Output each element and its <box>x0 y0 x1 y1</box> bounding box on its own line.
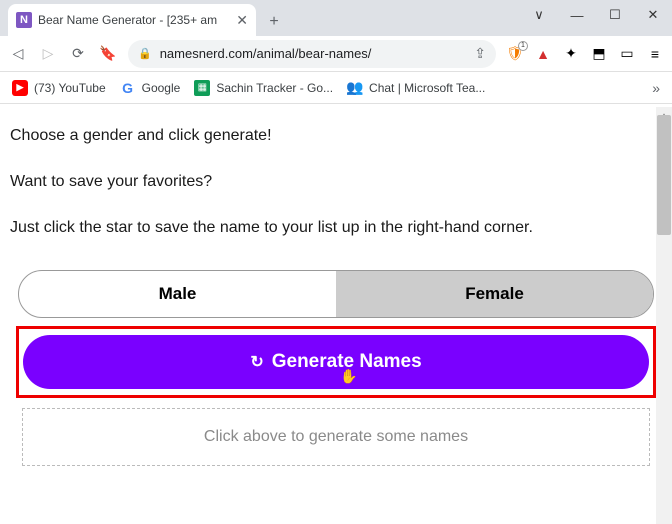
sheets-icon: ▦ <box>194 80 210 96</box>
triangle-extension-icon[interactable]: ▲ <box>534 45 552 63</box>
dropdown-icon[interactable]: ∨ <box>520 0 558 30</box>
bookmark-icon[interactable]: 🔖 <box>98 44 118 64</box>
cursor-icon: ✋ <box>340 368 357 385</box>
google-icon: G <box>120 80 136 96</box>
bookmark-teams[interactable]: 👥 Chat | Microsoft Tea... <box>347 80 485 96</box>
bookmarks-bar: ▶ (73) YouTube G Google ▦ Sachin Tracker… <box>0 72 672 104</box>
brave-shield-icon[interactable]: 🛡1 <box>506 45 524 63</box>
gender-tabs: Male Female <box>18 270 654 318</box>
bookmark-label: (73) YouTube <box>34 81 106 95</box>
youtube-icon: ▶ <box>12 80 28 96</box>
extension-icons: 🛡1 ▲ ✦ ⬒ ▭ ≡ <box>506 45 664 63</box>
bookmark-youtube[interactable]: ▶ (73) YouTube <box>12 80 106 96</box>
tab-title: Bear Name Generator - [235+ am <box>38 13 230 27</box>
window-controls: ∨ — ☐ ✕ <box>520 0 672 30</box>
address-bar[interactable]: 🔒 namesnerd.com/animal/bear-names/ ⇪ <box>128 40 496 68</box>
instruction-text-2: Want to save your favorites? <box>10 170 662 194</box>
site-favicon: N <box>16 12 32 28</box>
bookmark-label: Google <box>142 81 181 95</box>
teams-icon: 👥 <box>347 80 363 96</box>
browser-tab[interactable]: N Bear Name Generator - [235+ am ✕ <box>8 4 256 36</box>
bookmark-label: Sachin Tracker - Go... <box>216 81 333 95</box>
share-icon[interactable]: ⇪ <box>474 45 486 62</box>
bookmark-sheets[interactable]: ▦ Sachin Tracker - Go... <box>194 80 333 96</box>
title-bar: N Bear Name Generator - [235+ am ✕ + ∨ —… <box>0 0 672 36</box>
placeholder-text: Click above to generate some names <box>204 428 468 446</box>
minimize-button[interactable]: — <box>558 0 596 30</box>
menu-icon[interactable]: ≡ <box>646 45 664 63</box>
scrollbar[interactable]: ▴ <box>656 107 672 524</box>
new-tab-button[interactable]: + <box>260 8 288 36</box>
forward-button[interactable]: ▷ <box>38 44 58 64</box>
tab-close-icon[interactable]: ✕ <box>236 12 248 29</box>
bookmarks-overflow[interactable]: » <box>652 80 660 96</box>
highlight-box: ↻ Generate Names ✋ <box>16 326 656 398</box>
lock-icon: 🔒 <box>138 47 152 60</box>
instruction-text-1: Choose a gender and click generate! <box>10 124 662 148</box>
reader-icon[interactable]: ▭ <box>618 45 636 63</box>
downloads-icon[interactable]: ⬒ <box>590 45 608 63</box>
tab-female[interactable]: Female <box>336 271 653 317</box>
reload-button[interactable]: ⟳ <box>68 44 88 64</box>
results-placeholder: Click above to generate some names <box>22 408 650 466</box>
browser-toolbar: ◁ ▷ ⟳ 🔖 🔒 namesnerd.com/animal/bear-name… <box>0 36 672 72</box>
generate-button[interactable]: ↻ Generate Names ✋ <box>23 335 649 389</box>
instruction-text-3: Just click the star to save the name to … <box>10 216 662 240</box>
page-content: Choose a gender and click generate! Want… <box>0 104 672 524</box>
tab-male[interactable]: Male <box>19 271 336 317</box>
scroll-thumb[interactable] <box>657 115 671 235</box>
extensions-puzzle-icon[interactable]: ✦ <box>562 45 580 63</box>
maximize-button[interactable]: ☐ <box>596 0 634 30</box>
bookmark-google[interactable]: G Google <box>120 80 181 96</box>
url-text: namesnerd.com/animal/bear-names/ <box>160 46 372 61</box>
close-window-button[interactable]: ✕ <box>634 0 672 30</box>
bookmark-label: Chat | Microsoft Tea... <box>369 81 485 95</box>
back-button[interactable]: ◁ <box>8 44 28 64</box>
refresh-icon: ↻ <box>250 352 263 372</box>
